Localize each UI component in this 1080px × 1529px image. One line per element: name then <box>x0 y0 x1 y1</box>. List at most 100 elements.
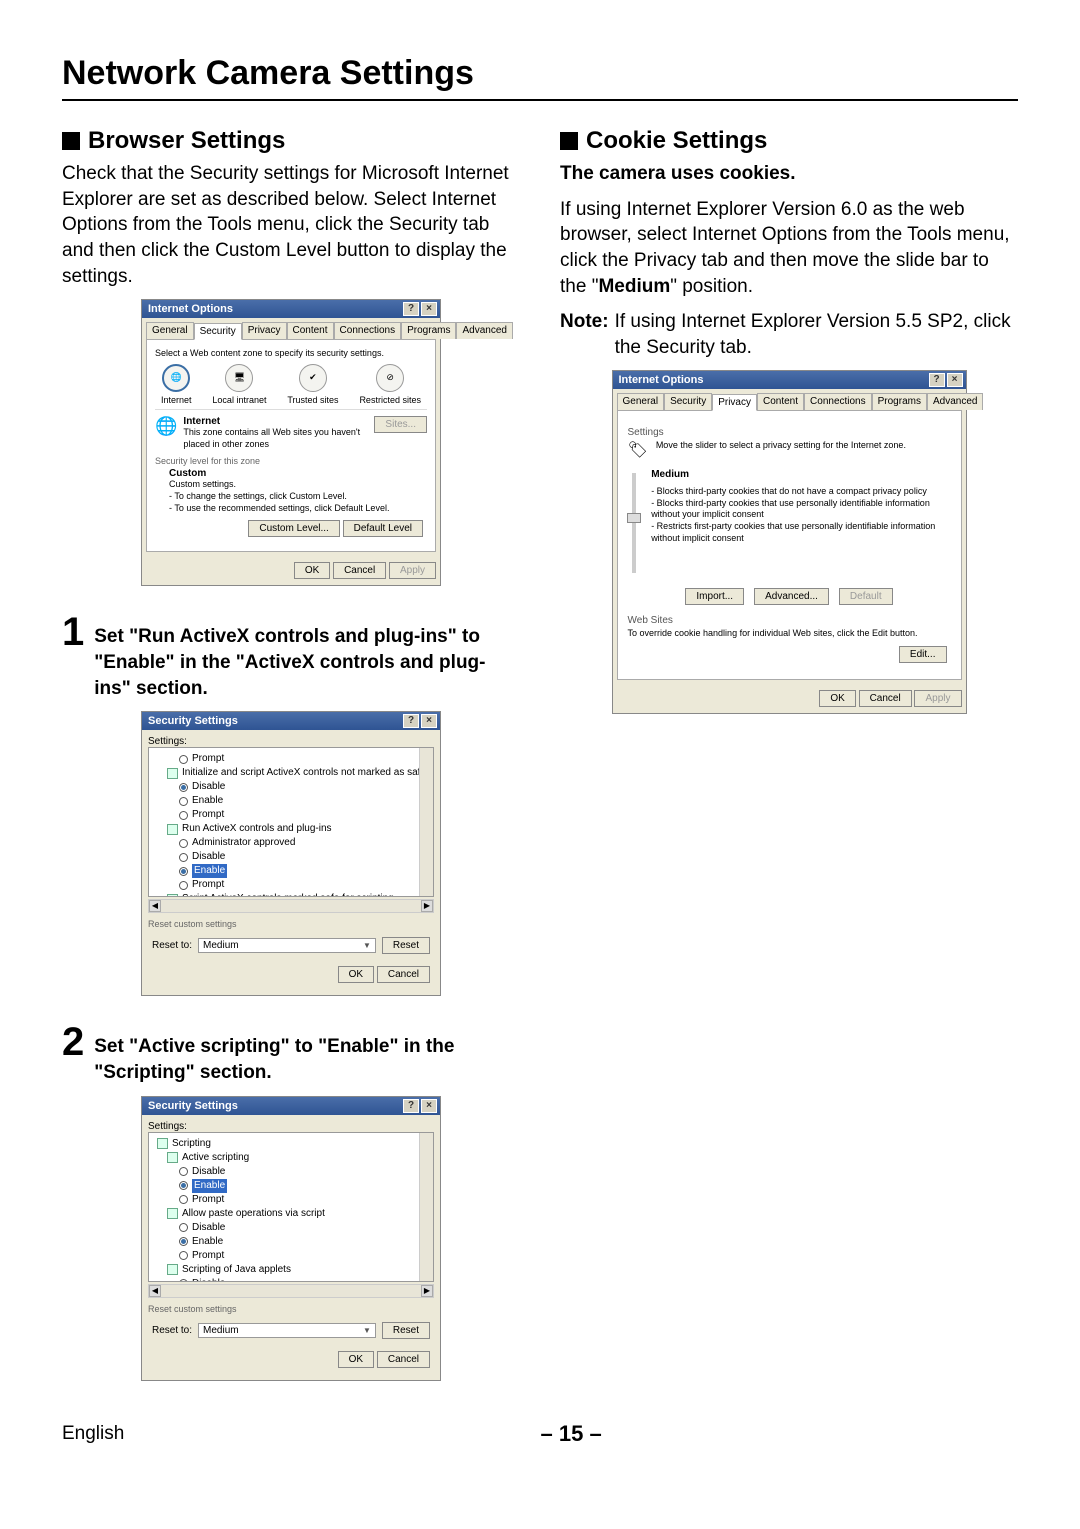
reset-select[interactable]: Medium ▼ <box>198 1323 376 1338</box>
internet-options-security-dialog: Internet Options ? × General Security Pr… <box>141 299 441 586</box>
reset-select[interactable]: Medium ▼ <box>198 938 376 953</box>
dialog-title: Security Settings <box>148 1100 238 1112</box>
ok-button[interactable]: OK <box>338 966 374 983</box>
dialog-title: Security Settings <box>148 715 238 727</box>
priv-b3: - Restricts first-party cookies that use… <box>651 521 950 544</box>
zone-desc: This zone contains all Web sites you hav… <box>183 427 368 450</box>
privacy-slider[interactable] <box>628 468 642 578</box>
tabs: General Security Privacy Content Connect… <box>613 389 966 410</box>
browser-intro: Check that the Security settings for Mic… <box>62 161 520 289</box>
tab-content[interactable]: Content <box>757 393 804 410</box>
zone-internet[interactable]: 🌐 Internet <box>161 364 192 405</box>
reset-group: Reset custom settings <box>148 1304 434 1314</box>
tab-connections[interactable]: Connections <box>334 322 402 339</box>
globe-icon: 🌐 <box>155 416 177 437</box>
apply-button[interactable]: Apply <box>389 562 436 579</box>
cookie-settings-label: Cookie Settings <box>586 127 767 155</box>
globe-icon: 🌐 <box>162 364 190 392</box>
enable-highlight: Enable <box>192 864 227 878</box>
sites-button[interactable]: Sites... <box>374 416 427 433</box>
zone-trusted[interactable]: ✔ Trusted sites <box>287 364 338 405</box>
cookie-body: If using Internet Explorer Version 6.0 a… <box>560 197 1018 300</box>
scripting-icon <box>167 1152 178 1163</box>
ok-button[interactable]: OK <box>819 690 855 707</box>
default-level-button[interactable]: Default Level <box>343 520 423 537</box>
tab-general[interactable]: General <box>617 393 665 410</box>
close-icon[interactable]: × <box>421 1099 437 1113</box>
zone-local-intranet[interactable]: 🖥 Local intranet <box>212 364 266 405</box>
help-icon[interactable]: ? <box>403 302 419 316</box>
security-settings-dialog-1: Security Settings ? × Settings: Prompt I… <box>141 711 441 996</box>
settings-label: Settings: <box>148 736 434 747</box>
browser-settings-heading: Browser Settings <box>62 127 520 155</box>
websites-desc: To override cookie handling for individu… <box>628 628 951 640</box>
cancel-button[interactable]: Cancel <box>377 966 430 983</box>
page-number: – 15 – <box>541 1421 602 1447</box>
scrollbar-vertical[interactable] <box>419 748 433 896</box>
reset-button[interactable]: Reset <box>382 937 430 954</box>
ok-button[interactable]: OK <box>294 562 330 579</box>
tab-security[interactable]: Security <box>194 323 242 340</box>
slider-thumb[interactable] <box>627 513 641 523</box>
ok-button[interactable]: OK <box>338 1351 374 1368</box>
zone-title: Internet <box>183 416 368 427</box>
advanced-button[interactable]: Advanced... <box>754 588 829 605</box>
tab-connections[interactable]: Connections <box>804 393 872 410</box>
settings-list[interactable]: Prompt Initialize and script ActiveX con… <box>148 747 434 897</box>
cookie-note: Note: If using Internet Explorer Version… <box>560 309 1018 360</box>
scripting-icon <box>167 1208 178 1219</box>
help-icon[interactable]: ? <box>403 1099 419 1113</box>
tab-general[interactable]: General <box>146 322 194 339</box>
step-1-number: 1 <box>62 612 84 652</box>
help-icon[interactable]: ? <box>403 714 419 728</box>
cancel-button[interactable]: Cancel <box>377 1351 430 1368</box>
cancel-button[interactable]: Cancel <box>859 690 912 707</box>
close-icon[interactable]: × <box>947 373 963 387</box>
priv-b2: - Blocks third-party cookies that use pe… <box>651 498 950 521</box>
tab-advanced[interactable]: Advanced <box>927 393 983 410</box>
custom-l1: - To change the settings, click Custom L… <box>169 491 427 503</box>
page-footer: English – 15 – <box>0 1421 1080 1477</box>
default-button[interactable]: Default <box>839 588 893 605</box>
step-2-text: Set "Active scripting" to "Enable" in th… <box>94 1022 520 1085</box>
custom-sub: Custom settings. <box>169 479 427 491</box>
apply-button[interactable]: Apply <box>914 690 961 707</box>
chevron-down-icon: ▼ <box>363 1326 371 1335</box>
footer-language: English <box>62 1423 124 1445</box>
help-icon[interactable]: ? <box>929 373 945 387</box>
reset-to-label: Reset to: <box>152 940 192 951</box>
zone-restricted[interactable]: ⊘ Restricted sites <box>359 364 421 405</box>
zone-prompt: Select a Web content zone to specify its… <box>155 348 427 360</box>
reset-button[interactable]: Reset <box>382 1322 430 1339</box>
close-icon[interactable]: × <box>421 302 437 316</box>
restricted-icon: ⊘ <box>376 364 404 392</box>
tab-security[interactable]: Security <box>664 393 712 410</box>
security-settings-dialog-2: Security Settings ? × Settings: Scriptin… <box>141 1096 441 1381</box>
internet-options-privacy-dialog: Internet Options ? × General Security Pr… <box>612 370 967 714</box>
tab-privacy[interactable]: Privacy <box>242 322 287 339</box>
edit-button[interactable]: Edit... <box>899 646 947 663</box>
tab-privacy[interactable]: Privacy <box>712 394 757 411</box>
tab-programs[interactable]: Programs <box>872 393 927 410</box>
privacy-icon: 🏷 <box>628 440 648 460</box>
websites-group-label: Web Sites <box>628 615 951 626</box>
custom-label: Custom <box>169 468 427 479</box>
scrollbar-vertical[interactable] <box>419 1133 433 1281</box>
check-icon: ✔ <box>299 364 327 392</box>
tab-content[interactable]: Content <box>287 322 334 339</box>
browser-settings-label: Browser Settings <box>88 127 285 155</box>
custom-level-button[interactable]: Custom Level... <box>248 520 339 537</box>
square-bullet-icon <box>560 132 578 150</box>
tab-advanced[interactable]: Advanced <box>456 322 512 339</box>
settings-list[interactable]: Scripting Active scripting Disable Enabl… <box>148 1132 434 1282</box>
scrollbar-horizontal[interactable]: ◀ ▶ <box>148 899 434 913</box>
import-button[interactable]: Import... <box>685 588 744 605</box>
activex-icon <box>167 768 178 779</box>
tab-programs[interactable]: Programs <box>401 322 456 339</box>
reset-to-label: Reset to: <box>152 1325 192 1336</box>
cookie-settings-heading: Cookie Settings <box>560 127 1018 155</box>
scrollbar-horizontal[interactable]: ◀ ▶ <box>148 1284 434 1298</box>
cancel-button[interactable]: Cancel <box>333 562 386 579</box>
close-icon[interactable]: × <box>421 714 437 728</box>
tabs: General Security Privacy Content Connect… <box>142 318 440 339</box>
